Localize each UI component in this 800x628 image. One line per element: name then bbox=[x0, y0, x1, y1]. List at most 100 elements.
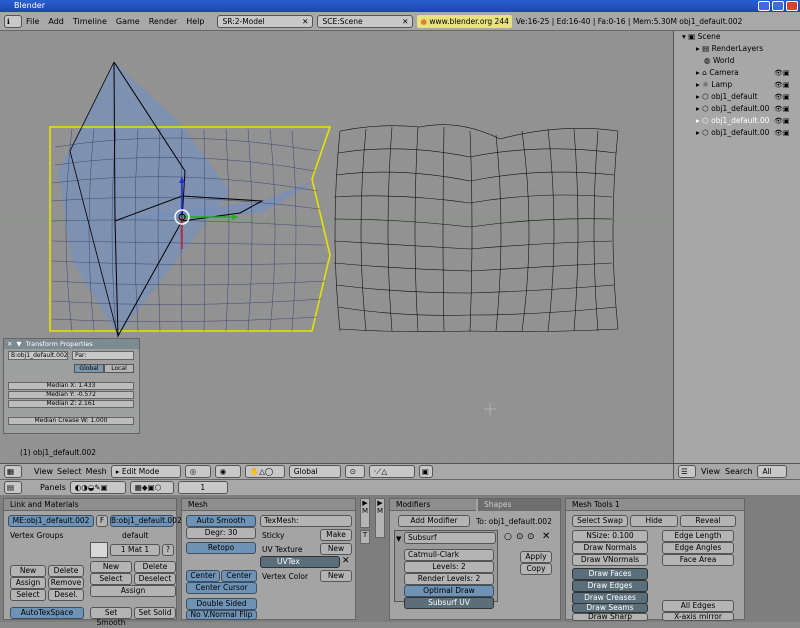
expand-icon[interactable]: ▾ bbox=[682, 32, 686, 41]
nsize-field[interactable]: NSize: 0.100 bbox=[572, 530, 648, 542]
hide-button[interactable]: Hide bbox=[630, 515, 678, 527]
vgroup-select-button[interactable]: Select bbox=[10, 589, 46, 601]
menu-add[interactable]: Add bbox=[48, 17, 64, 26]
delete-uv-icon[interactable]: ✕ bbox=[342, 556, 350, 566]
center-new-button[interactable]: Center New bbox=[221, 570, 257, 590]
close-icon[interactable]: ✕ bbox=[302, 16, 308, 27]
context-buttons[interactable]: ◐◑◒✎▣ bbox=[69, 481, 126, 494]
expand-icon[interactable]: ▸ bbox=[696, 104, 700, 113]
snap-dropdown[interactable]: ⊙ bbox=[344, 465, 365, 478]
close-button[interactable] bbox=[786, 1, 798, 11]
minimize-button[interactable] bbox=[758, 1, 770, 11]
copy-button[interactable]: Copy bbox=[520, 563, 552, 575]
median-z-field[interactable]: Median Z: 2.161 bbox=[8, 400, 134, 408]
manipulator-toggles[interactable]: ✋△◯ bbox=[244, 465, 285, 478]
draw-sharp-toggle[interactable]: Draw Sharp bbox=[572, 613, 648, 621]
degree-field[interactable]: Degr: 30 bbox=[186, 527, 256, 539]
double-sided-toggle[interactable]: Double Sided bbox=[186, 598, 257, 610]
sub-context-buttons[interactable]: ▦◆▣⬡ bbox=[129, 481, 174, 494]
editor-type-icon[interactable]: ▤ bbox=[4, 481, 22, 494]
sticky-make-button[interactable]: Make bbox=[320, 529, 352, 541]
global-toggle[interactable]: Global bbox=[74, 364, 104, 373]
outliner-item-object[interactable]: ▸ ⬡ obj1_default.00 bbox=[696, 103, 769, 115]
menu-help[interactable]: Help bbox=[186, 17, 204, 26]
edge-angles-toggle[interactable]: Edge Angles bbox=[662, 542, 734, 554]
edge-length-toggle[interactable]: Edge Length bbox=[662, 530, 734, 542]
material-new-button[interactable]: New bbox=[90, 561, 132, 573]
object-datablock-field[interactable]: B:obj1_default.002 bbox=[110, 515, 182, 527]
auto-smooth-toggle[interactable]: Auto Smooth bbox=[186, 515, 256, 527]
set-smooth-button[interactable]: Set Smooth bbox=[90, 607, 132, 627]
autotexspace-toggle[interactable]: AutoTexSpace bbox=[10, 607, 84, 619]
mesh-menu[interactable]: Mesh bbox=[86, 467, 107, 476]
material-help-button[interactable]: ? bbox=[162, 544, 174, 556]
set-solid-button[interactable]: Set Solid bbox=[134, 607, 176, 619]
material-deselect-button[interactable]: Deselect bbox=[134, 573, 176, 585]
expand-icon[interactable]: ▸ bbox=[696, 92, 700, 101]
material-assign-button[interactable]: Assign bbox=[90, 585, 176, 597]
expand-icon[interactable]: ▸ bbox=[696, 116, 700, 125]
material-select-button[interactable]: Select bbox=[90, 573, 132, 585]
center-button[interactable]: Center bbox=[186, 570, 220, 582]
remove-modifier-icon[interactable]: ✕ bbox=[542, 531, 550, 542]
all-edges-toggle[interactable]: All Edges bbox=[662, 600, 734, 612]
outliner-item-world[interactable]: ◍ World bbox=[704, 55, 734, 67]
shapes-tab[interactable]: Shapes bbox=[478, 499, 560, 511]
uv-texture-new-button[interactable]: New bbox=[320, 543, 352, 555]
mode-dropdown[interactable]: ▸ Edit Mode bbox=[110, 465, 181, 478]
fake-user-button[interactable]: F bbox=[96, 515, 108, 527]
vgroup-delete-button[interactable]: Delete bbox=[48, 565, 84, 577]
close-icon[interactable]: ✕ bbox=[402, 16, 408, 27]
median-x-field[interactable]: Median X: 1.433 bbox=[8, 382, 134, 390]
median-y-field[interactable]: Median Y: -0.572 bbox=[8, 391, 134, 399]
apply-button[interactable]: Apply bbox=[520, 551, 552, 563]
tab-t[interactable]: T bbox=[360, 530, 370, 544]
editor-type-icon[interactable]: ☰ bbox=[678, 465, 696, 478]
vertex-color-new-button[interactable]: New bbox=[320, 570, 352, 582]
optimal-draw-toggle[interactable]: Optimal Draw bbox=[404, 585, 494, 597]
draw-type-dropdown[interactable]: ◎ bbox=[184, 465, 211, 478]
draw-edges-toggle[interactable]: Draw Edges bbox=[572, 580, 648, 592]
menu-timeline[interactable]: Timeline bbox=[73, 17, 107, 26]
frame-field[interactable]: 1 bbox=[177, 481, 228, 494]
add-modifier-button[interactable]: Add Modifier bbox=[398, 515, 470, 527]
close-icon[interactable]: ✕ bbox=[7, 339, 12, 349]
material-index-field[interactable]: 1 Mat 1 bbox=[110, 544, 160, 556]
menu-render[interactable]: Render bbox=[149, 17, 177, 26]
panel-tab-arrow[interactable]: ▶ M bbox=[375, 498, 385, 538]
reveal-button[interactable]: Reveal bbox=[680, 515, 736, 527]
x-axis-mirror-toggle[interactable]: X-axis mirror bbox=[662, 612, 734, 621]
screen-selector[interactable]: SR:2-Model ✕ bbox=[217, 14, 314, 28]
median-crease-field[interactable]: Median Crease W: 1.000 bbox=[8, 417, 134, 425]
modifier-name-field[interactable]: Subsurf bbox=[404, 532, 496, 544]
mesh-datablock-field[interactable]: ME:obj1_default.002 bbox=[8, 515, 94, 527]
enable-circle-icon[interactable]: ○ bbox=[504, 532, 512, 542]
subdivision-type-dropdown[interactable]: Catmull-Clark bbox=[404, 549, 494, 561]
outliner-item-object[interactable]: ▸ ⬡ obj1_default bbox=[696, 91, 757, 103]
panels-menu[interactable]: Panels bbox=[40, 483, 66, 492]
face-area-toggle[interactable]: Face Area bbox=[662, 554, 734, 566]
outliner-item-camera[interactable]: ▸ ⌂ Camera bbox=[696, 67, 739, 79]
move-up-icon[interactable]: ⊙ bbox=[516, 532, 524, 542]
visibility-icons[interactable]: 👁▣ 👁▣ 👁▣ 👁▣ 👁▣ 👁▣ bbox=[774, 67, 790, 139]
select-mode-buttons[interactable]: ·⟋△ bbox=[368, 465, 415, 478]
vgroup-new-button[interactable]: New bbox=[10, 565, 46, 577]
outliner-item-object-selected[interactable]: ▸ ⬡ obj1_default.00 bbox=[696, 115, 769, 127]
render-levels-field[interactable]: Render Levels: 2 bbox=[404, 573, 494, 585]
editor-type-icon[interactable]: ▦ bbox=[4, 465, 22, 478]
no-vnormal-flip-toggle[interactable]: No V.Normal Flip bbox=[186, 610, 257, 620]
scene-selector[interactable]: SCE:Scene ✕ bbox=[317, 14, 414, 28]
pivot-dropdown[interactable]: ◉ bbox=[214, 465, 241, 478]
material-delete-button[interactable]: Delete bbox=[134, 561, 176, 573]
outliner-item-scene[interactable]: ▾ ▣ Scene bbox=[682, 31, 721, 43]
draw-normals-toggle[interactable]: Draw Normals bbox=[572, 542, 648, 554]
retopo-toggle[interactable]: Retopo bbox=[186, 542, 256, 554]
outliner-view-menu[interactable]: View bbox=[701, 467, 720, 476]
select-swap-button[interactable]: Select Swap bbox=[572, 515, 628, 527]
render-preview-icon[interactable]: ▣ bbox=[418, 465, 433, 478]
vgroup-assign-button[interactable]: Assign bbox=[10, 577, 46, 589]
expand-icon[interactable]: ▸ bbox=[696, 80, 700, 89]
collapse-icon[interactable]: ▼ bbox=[16, 339, 21, 349]
menu-file[interactable]: File bbox=[26, 17, 39, 26]
view-menu[interactable]: View bbox=[34, 467, 53, 476]
